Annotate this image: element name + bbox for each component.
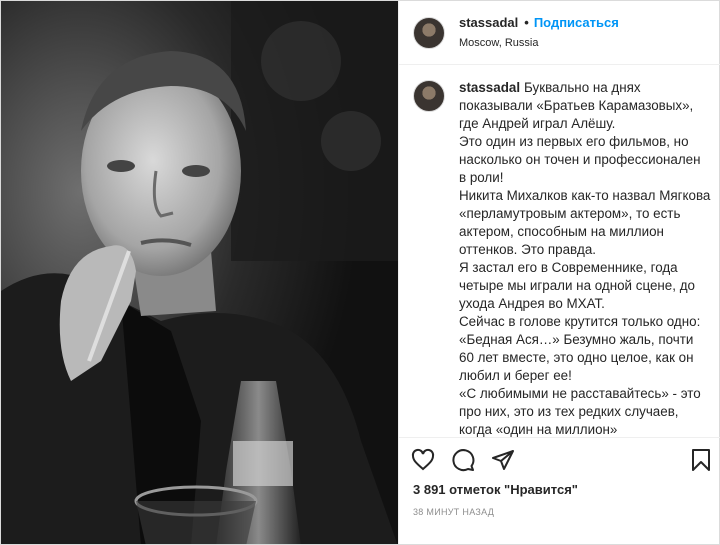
caption-text: stassadal Буквально на днях показывали «Б…: [459, 79, 711, 437]
caption-body: Буквально на днях показывали «Братьев Ка…: [459, 80, 711, 437]
comments-area[interactable]: stassadal Буквально на днях показывали «Б…: [399, 65, 720, 438]
instagram-post: stassadal • Подписаться Moscow, Russia s…: [0, 0, 720, 545]
location-link[interactable]: Moscow, Russia: [459, 37, 619, 50]
caption-username[interactable]: stassadal: [459, 80, 520, 95]
separator-dot: •: [524, 15, 529, 31]
follow-button[interactable]: Подписаться: [534, 15, 619, 31]
caption-row: stassadal Буквально на днях показывали «Б…: [413, 79, 711, 437]
action-bar: [399, 438, 720, 482]
comment-bubble-icon[interactable]: [451, 448, 475, 472]
avatar[interactable]: [413, 16, 445, 49]
post-sidebar: stassadal • Подписаться Moscow, Russia s…: [398, 1, 720, 544]
username-link[interactable]: stassadal: [459, 15, 518, 31]
header-info: stassadal • Подписаться Moscow, Russia: [459, 15, 619, 50]
likes-count[interactable]: 3 891 отметок "Нравится": [399, 482, 720, 497]
black-and-white-photo: [1, 1, 398, 544]
post-photo[interactable]: [1, 1, 398, 544]
heart-icon[interactable]: [411, 448, 435, 472]
post-timestamp[interactable]: 38 МИНУТ НАЗАД: [399, 507, 720, 517]
avatar[interactable]: [413, 80, 445, 112]
bookmark-icon[interactable]: [689, 448, 713, 472]
paper-plane-icon[interactable]: [491, 448, 515, 472]
post-header: stassadal • Подписаться Moscow, Russia: [399, 1, 720, 65]
